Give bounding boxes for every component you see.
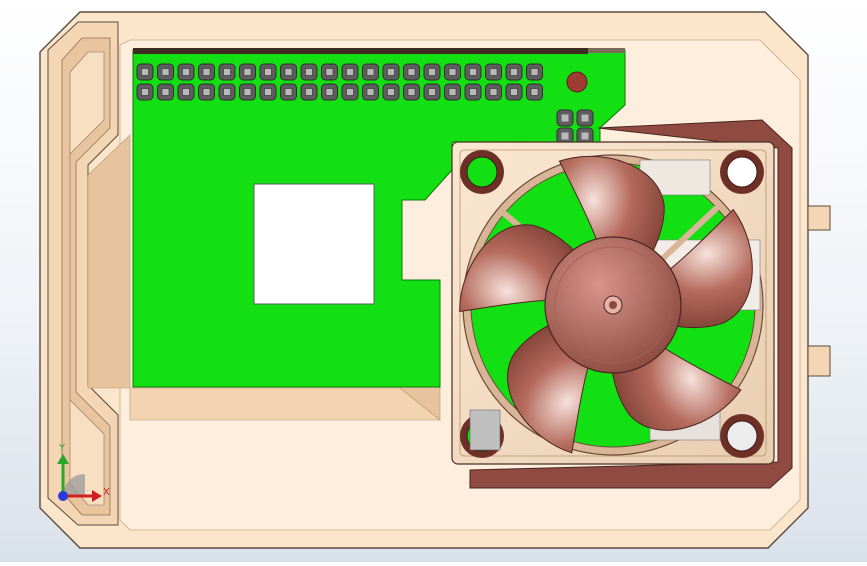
connector-bottom	[807, 345, 831, 377]
pcb-mounting-hole	[566, 71, 588, 93]
axis-y-label: Y	[59, 443, 66, 454]
fan-assembly[interactable]	[451, 119, 793, 489]
connector-top	[807, 205, 831, 231]
model-render	[39, 11, 831, 549]
soc-chip[interactable]	[253, 183, 375, 305]
axis-x-label: X	[103, 487, 110, 498]
cad-graphics-viewport[interactable]: X Y	[0, 0, 867, 562]
